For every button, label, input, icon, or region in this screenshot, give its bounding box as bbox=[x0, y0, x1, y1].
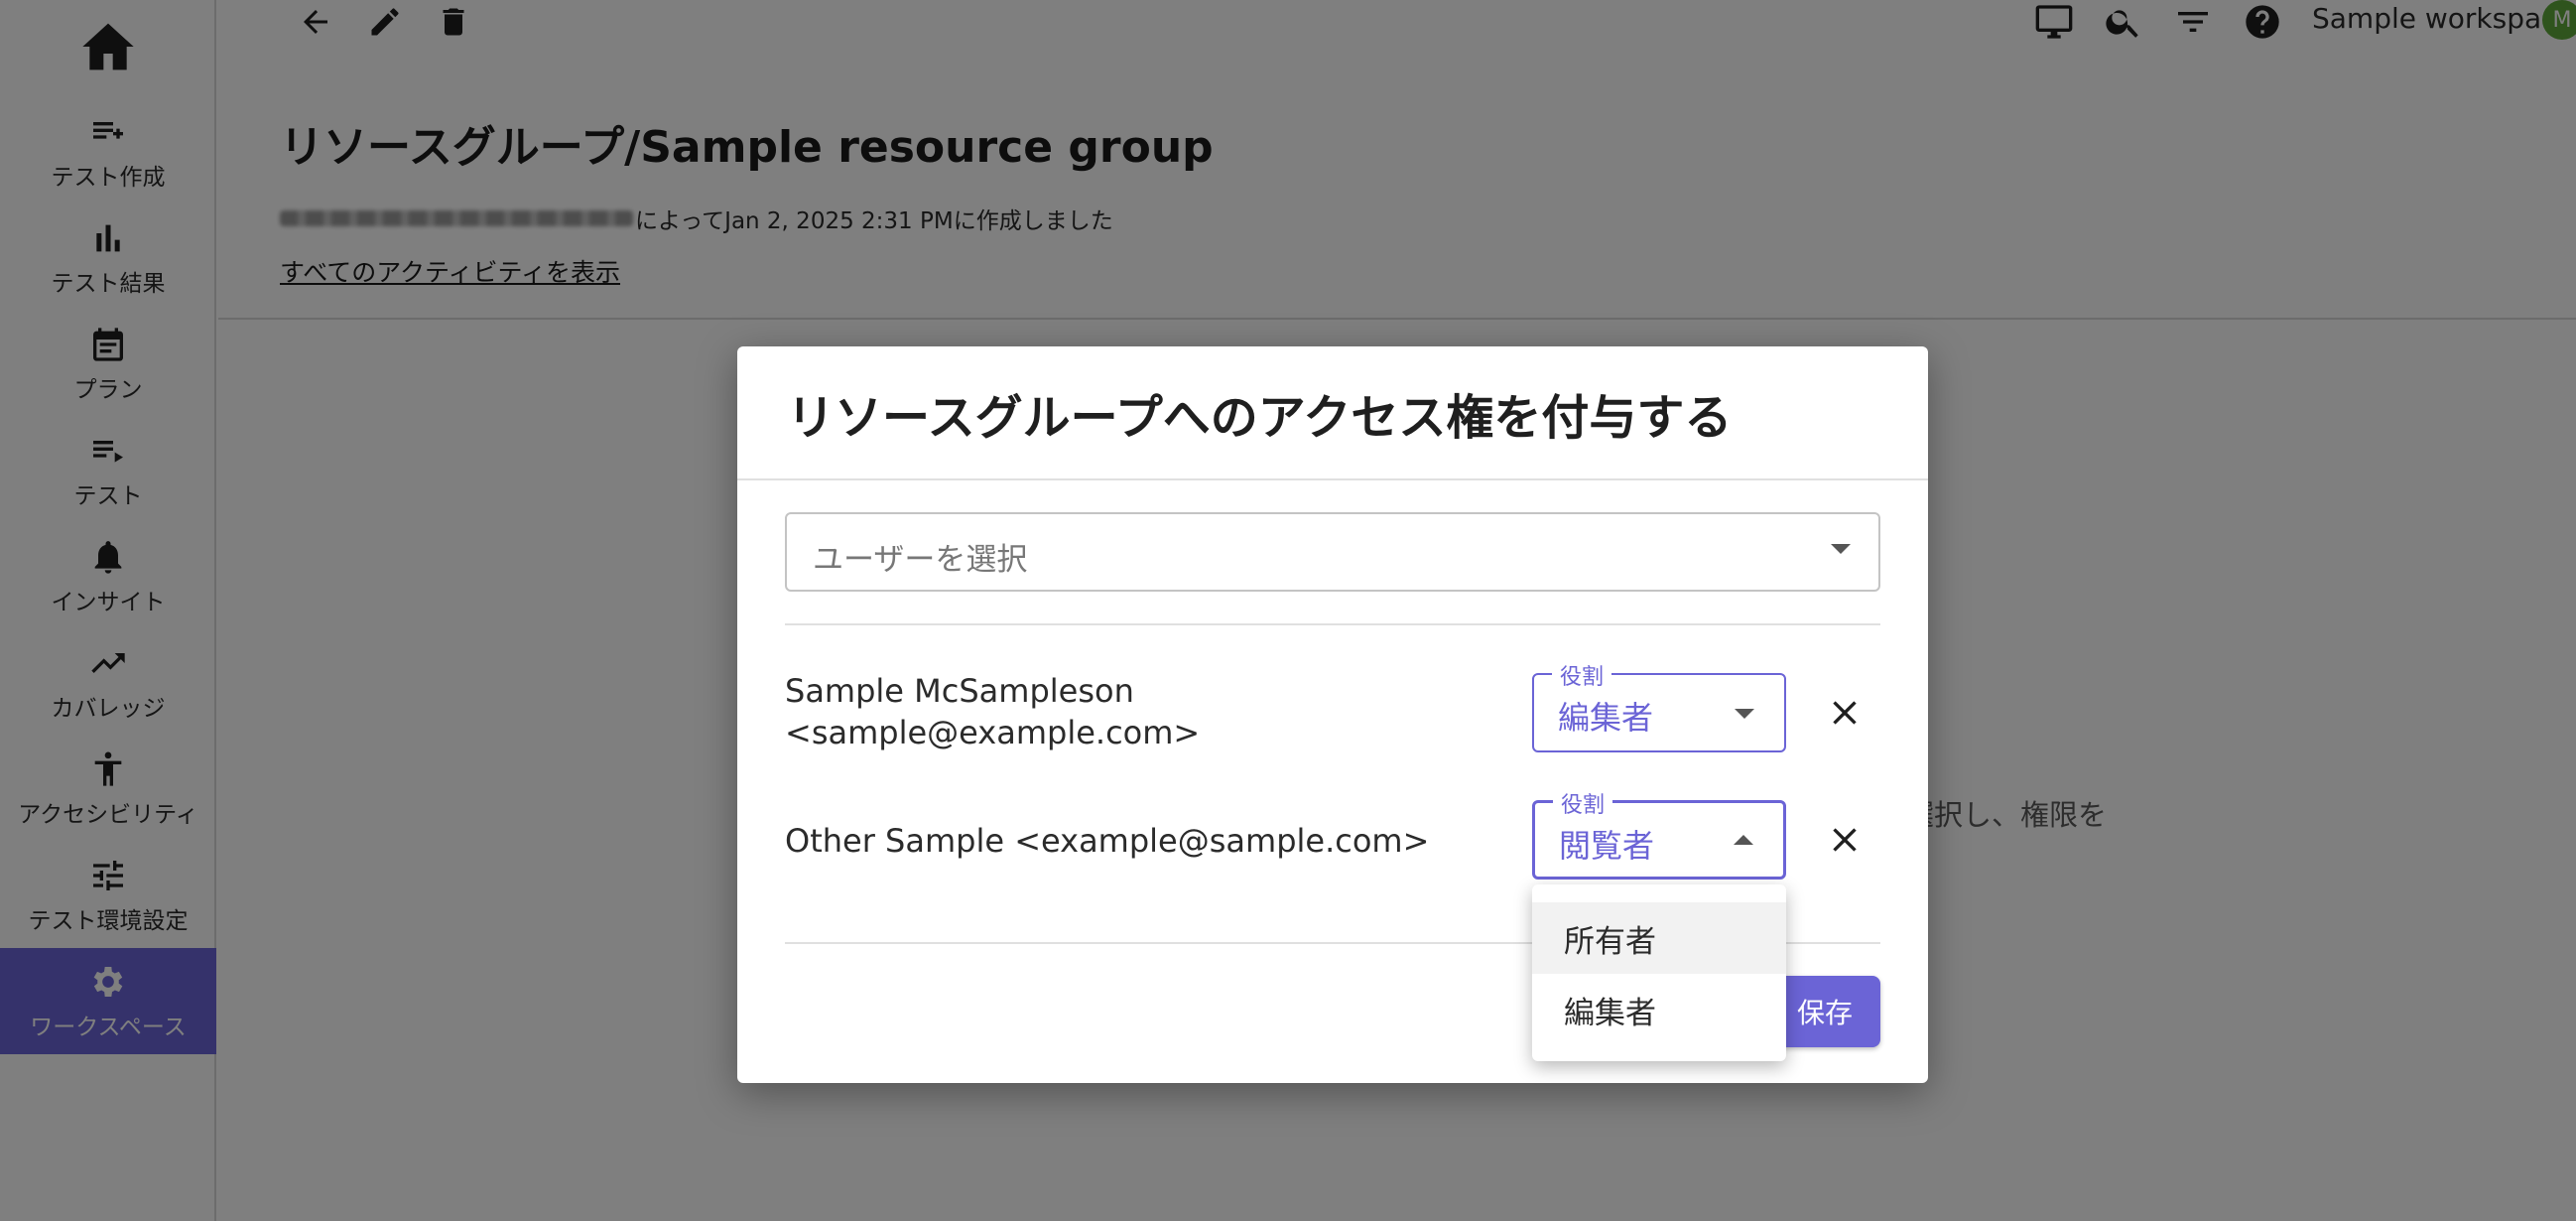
close-icon bbox=[1833, 828, 1857, 852]
role-value: 編集者 bbox=[1558, 699, 1654, 737]
divider bbox=[737, 478, 1928, 480]
role-dropdown-menu: 所有者 編集者 bbox=[1532, 884, 1786, 1061]
role-value: 閲覧者 bbox=[1559, 827, 1655, 865]
divider bbox=[785, 623, 1880, 625]
member-email-line: <sample@example.com> bbox=[785, 714, 1201, 751]
member-name: Sample McSampleson <sample@example.com> bbox=[785, 670, 1200, 753]
remove-member-button[interactable] bbox=[1817, 812, 1872, 868]
remove-member-button[interactable] bbox=[1817, 685, 1872, 741]
chevron-down-icon bbox=[1831, 544, 1851, 554]
member-name-line: Other Sample <example@sample.com> bbox=[785, 822, 1430, 860]
role-option-editor[interactable]: 編集者 bbox=[1532, 974, 1786, 1045]
role-select[interactable]: 役割 編集者 bbox=[1532, 659, 1786, 752]
user-select-placeholder: ユーザーを選択 bbox=[813, 542, 1028, 578]
role-label: 役割 bbox=[1552, 659, 1612, 691]
member-name-line: Sample McSampleson bbox=[785, 672, 1134, 710]
chevron-up-icon bbox=[1734, 835, 1753, 845]
role-label: 役割 bbox=[1553, 787, 1613, 819]
role-select[interactable]: 役割 閲覧者 bbox=[1532, 787, 1786, 880]
member-name: Other Sample <example@sample.com> bbox=[785, 820, 1429, 862]
chevron-down-icon bbox=[1735, 709, 1754, 719]
dialog-title: リソースグループへのアクセス権を付与する bbox=[787, 390, 1733, 446]
close-icon bbox=[1833, 701, 1857, 725]
user-select[interactable]: ユーザーを選択 bbox=[785, 512, 1880, 592]
role-option-owner[interactable]: 所有者 bbox=[1532, 902, 1786, 974]
